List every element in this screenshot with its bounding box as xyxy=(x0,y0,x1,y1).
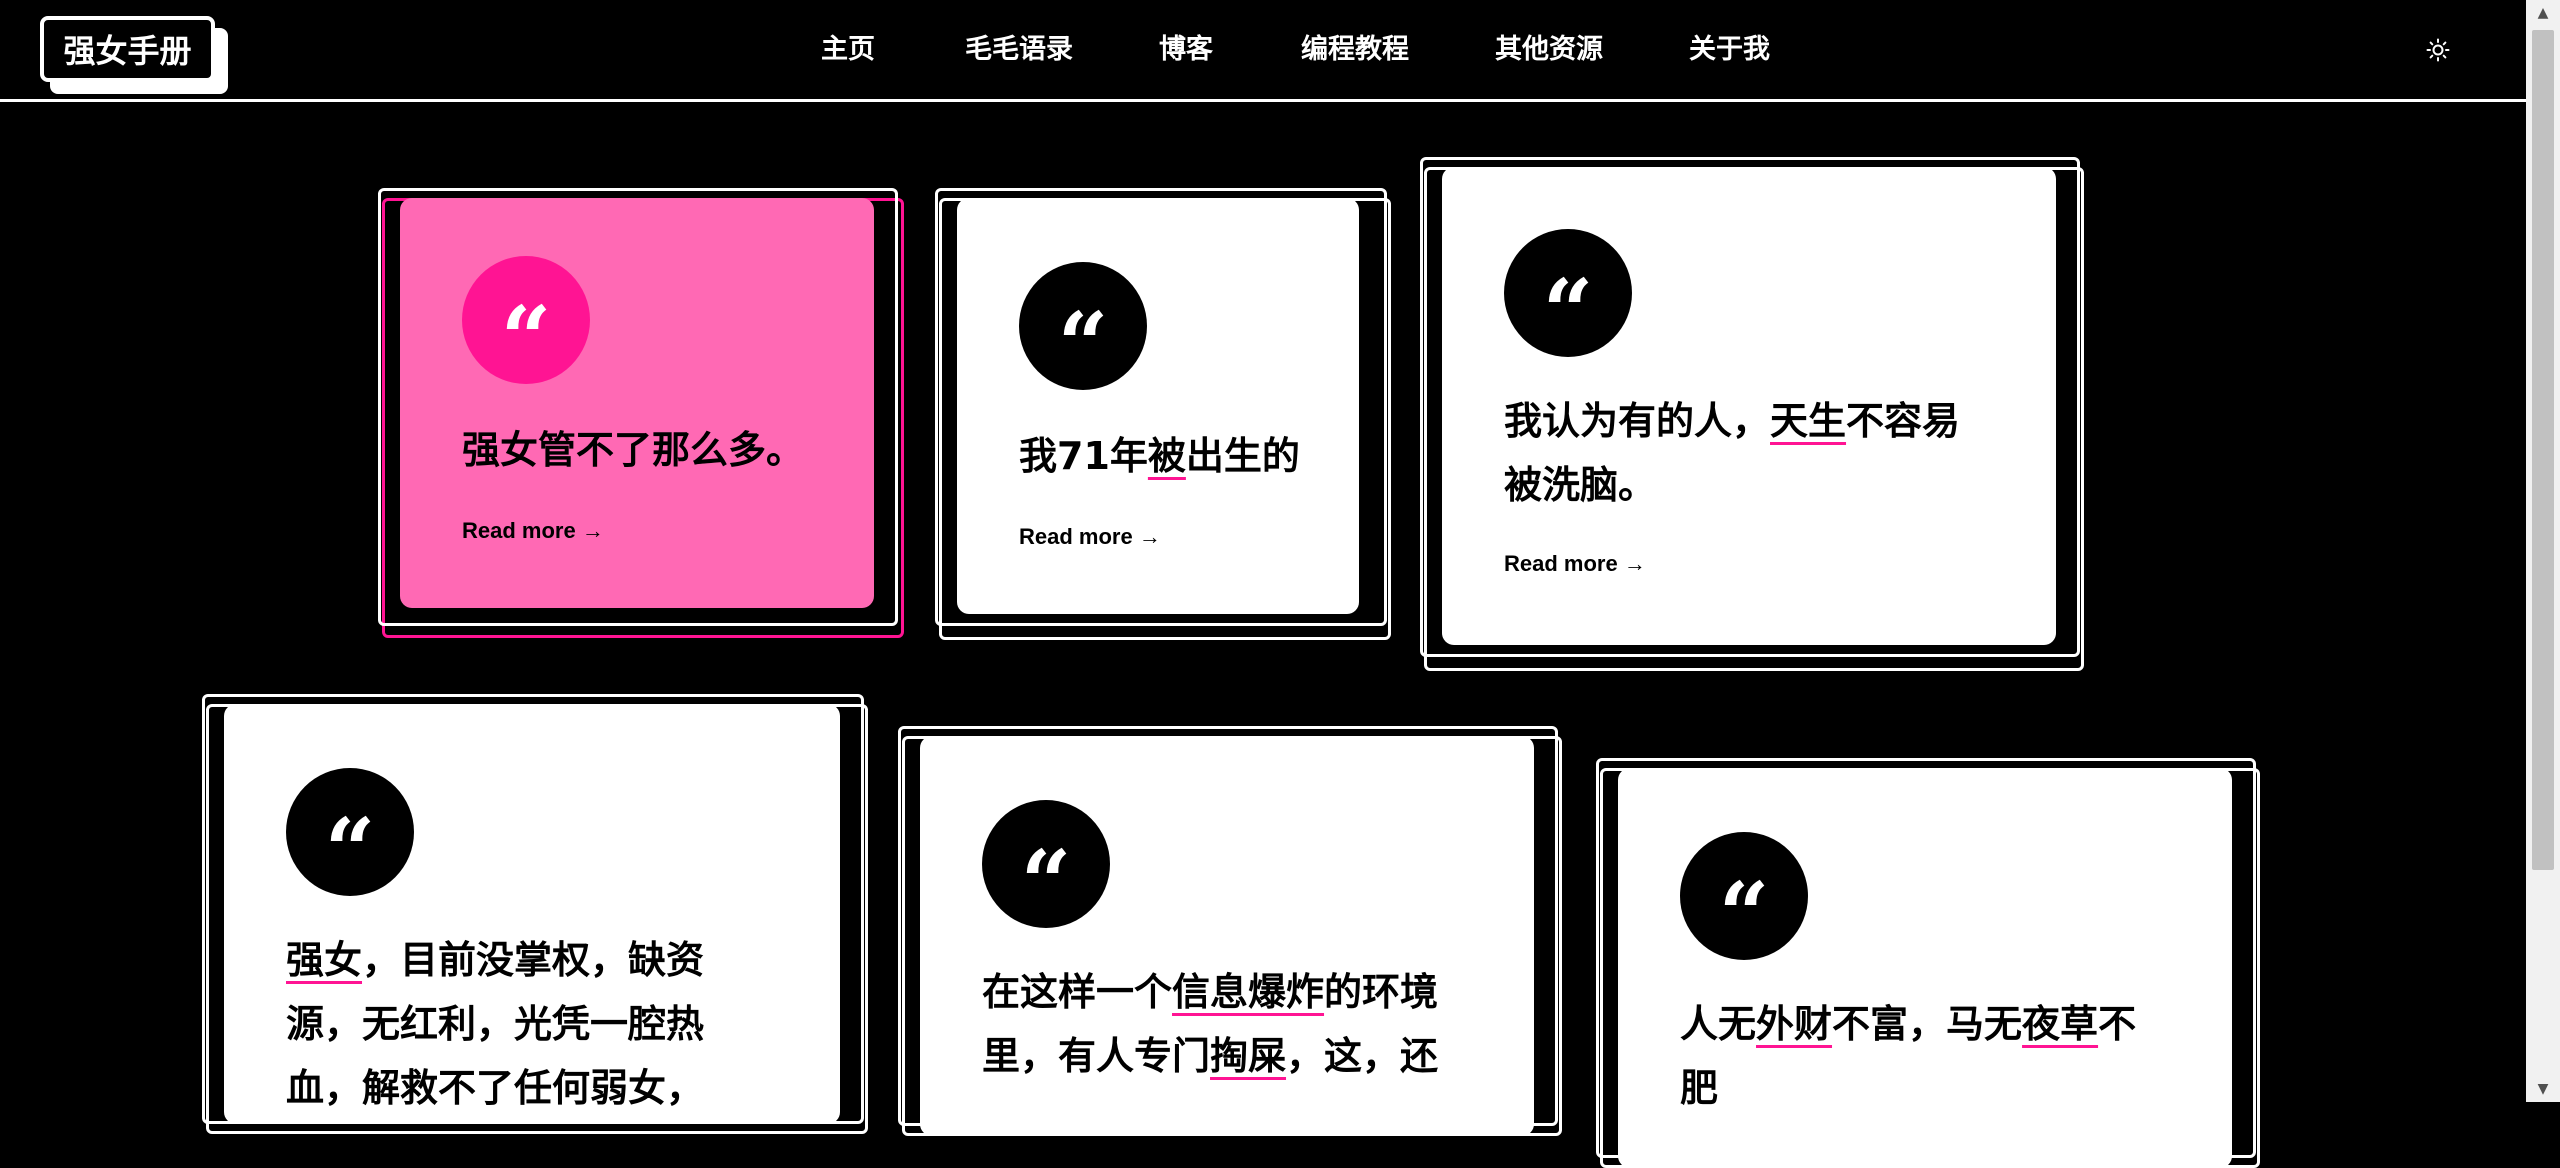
highlighted-phrase: 被 xyxy=(1147,434,1186,478)
highlighted-phrase: 外财 xyxy=(1756,1002,1833,1046)
nav-tutorials[interactable]: 编程教程 xyxy=(1301,30,1409,70)
logo-text[interactable]: 强女手册 xyxy=(40,16,215,82)
quote-text: 我71年被出生的 xyxy=(1019,424,1319,488)
scroll-down-arrow[interactable]: ▼ xyxy=(2526,1076,2560,1102)
quote-icon: “ xyxy=(1057,292,1109,396)
read-more-link[interactable]: Read more → xyxy=(1504,551,1646,577)
quote-icon: “ xyxy=(500,286,552,390)
card-body: “ 我认为有的人，天生不容易被洗脑。 Read more → xyxy=(1442,167,2056,645)
site-header: 强女手册 主页 毛毛语录 博客 编程教程 其他资源 关于我 xyxy=(0,0,2526,102)
vertical-scrollbar[interactable]: ▲ ▼ xyxy=(2526,0,2560,1102)
highlighted-phrase: 夜草 xyxy=(2022,1002,2099,1046)
quote-circle: “ xyxy=(462,256,590,384)
sun-icon xyxy=(2426,38,2450,62)
read-more-link[interactable]: Read more → xyxy=(1019,524,1161,550)
card-body: “ 在这样一个信息爆炸的环境里，有人专门掏屎，这，还 xyxy=(920,736,1534,1136)
highlighted-phrase: 强女 xyxy=(286,938,363,982)
highlighted-phrase: 天生 xyxy=(1770,399,1847,443)
quote-icon: “ xyxy=(1020,830,1072,934)
quote-segment: 出生的 xyxy=(1185,434,1300,478)
quote-segment: 强女管不了那么多。 xyxy=(462,428,805,472)
quote-icon: “ xyxy=(1542,259,1594,363)
site-logo[interactable]: 强女手册 xyxy=(40,16,228,96)
quote-segment: 不富，马无 xyxy=(1832,1002,2023,1046)
quote-circle: “ xyxy=(1019,262,1147,390)
quote-segment: 在这样一个 xyxy=(982,970,1173,1014)
quote-text: 强女，目前没掌权，缺资源，无红利，光凭一腔热血，解救不了任何弱女，只 xyxy=(286,928,720,1124)
card-body: “ 强女，目前没掌权，缺资源，无红利，光凭一腔热血，解救不了任何弱女，只 xyxy=(224,704,840,1124)
card-body: “ 强女管不了那么多。 Read more → xyxy=(400,198,874,608)
quote-icon: “ xyxy=(1718,862,1770,966)
scroll-thumb[interactable] xyxy=(2532,30,2554,870)
quote-segment: 人无 xyxy=(1680,1002,1757,1046)
quote-segment: 我71年 xyxy=(1019,434,1148,478)
nav-about[interactable]: 关于我 xyxy=(1689,30,1770,70)
card-body: “ 人无外财不富，马无夜草不肥 xyxy=(1618,768,2232,1168)
quote-text: 我认为有的人，天生不容易被洗脑。 xyxy=(1504,389,1976,517)
quote-text: 在这样一个信息爆炸的环境里，有人专门掏屎，这，还 xyxy=(982,960,1454,1088)
quote-circle: “ xyxy=(286,768,414,896)
nav-blog[interactable]: 博客 xyxy=(1159,30,1213,70)
quote-text: 人无外财不富，马无夜草不肥 xyxy=(1680,992,2152,1120)
quote-icon: “ xyxy=(324,798,376,902)
highlighted-phrase: 掏屎 xyxy=(1210,1034,1287,1078)
theme-toggle-button[interactable] xyxy=(2420,32,2456,68)
nav-home[interactable]: 主页 xyxy=(821,30,875,70)
quote-segment: 我认为有的人， xyxy=(1504,399,1771,443)
quote-segment: ，这，还 xyxy=(1286,1034,1439,1078)
quote-circle: “ xyxy=(1680,832,1808,960)
quote-text: 强女管不了那么多。 xyxy=(462,418,834,482)
quote-circle: “ xyxy=(1504,229,1632,357)
highlighted-phrase: 信息爆炸 xyxy=(1172,970,1325,1014)
read-more-link[interactable]: Read more → xyxy=(462,518,604,544)
nav-resources[interactable]: 其他资源 xyxy=(1495,30,1603,70)
nav-quotes[interactable]: 毛毛语录 xyxy=(965,30,1073,70)
scroll-up-arrow[interactable]: ▲ xyxy=(2526,0,2560,26)
quote-circle: “ xyxy=(982,800,1110,928)
card-body: “ 我71年被出生的 Read more → xyxy=(957,198,1359,614)
